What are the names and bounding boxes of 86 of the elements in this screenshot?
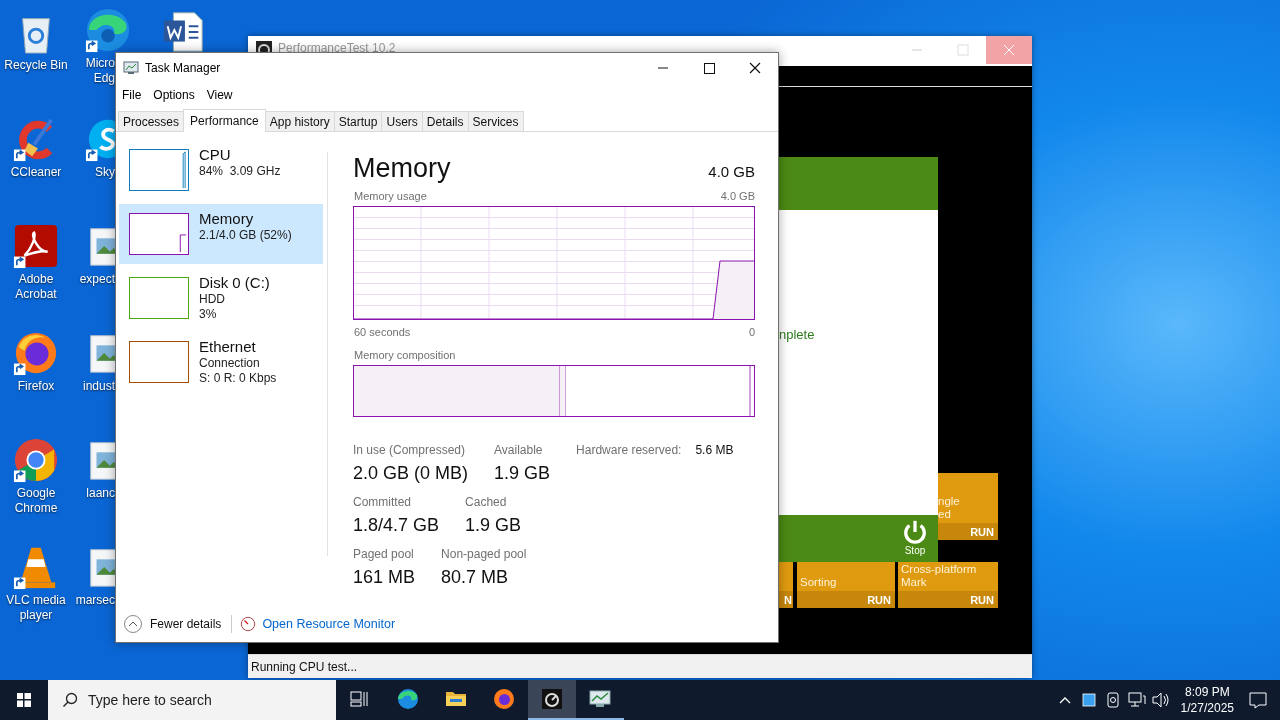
icon-label: VLC media player: [5, 593, 67, 623]
stat-value: 1.8/4.7 GB: [353, 514, 440, 537]
tile-label: ed: [938, 508, 952, 521]
tab[interactable]: Startup: [333, 111, 383, 131]
tile-label: Cross-platform: [901, 563, 978, 576]
run-label: RUN: [970, 593, 994, 606]
time-end-label: 0: [748, 325, 755, 339]
resource-detail: Connection: [199, 356, 261, 371]
icon-label: Micro Edg: [84, 56, 115, 86]
run-label: RUN: [867, 593, 891, 606]
status-text: nplete: [779, 327, 815, 342]
stat-label: Cached: [465, 495, 508, 509]
resource-name: Ethernet: [199, 338, 257, 356]
tab[interactable]: Processes: [118, 111, 185, 131]
total-value: 4.0 GB: [708, 163, 755, 182]
tab[interactable]: Performance: [183, 109, 266, 132]
stat-value: 2.0 GB (0 MB): [353, 462, 469, 485]
fox-browser-icon[interactable]: [13, 330, 59, 376]
tile-label: ngle: [938, 495, 961, 508]
collapse-icon[interactable]: [123, 614, 143, 634]
run-label: N: [784, 593, 792, 606]
stat-label: Hardware reserved:: [576, 443, 682, 457]
icon-label: Adobe Acrobat: [14, 272, 58, 302]
icon-label: Firefox: [16, 379, 56, 394]
gauge-app-icon[interactable]: [528, 680, 576, 720]
pdf-app-icon[interactable]: [13, 223, 59, 269]
time-span-label: 60 seconds: [354, 325, 411, 339]
window-title: PerformanceTest 10.2: [278, 41, 396, 55]
stat-label: Non-paged pool: [441, 547, 527, 561]
tab[interactable]: App history: [264, 111, 335, 131]
icon-label: expect: [78, 272, 115, 287]
resource-item[interactable]: CPU 84% 3.09 GHz: [119, 140, 323, 200]
panel-title: Memory: [353, 152, 451, 184]
tile-label: Sorting: [800, 576, 838, 589]
resource-detail: S: 0 R: 0 Kbps: [199, 371, 277, 386]
menu-item[interactable]: File: [122, 88, 142, 102]
icon-label: Google Chrome: [13, 486, 59, 516]
search-field[interactable]: Type here to search: [48, 680, 336, 720]
stat-label: Committed: [353, 495, 412, 509]
clock-time[interactable]: 8:09 PM: [1184, 684, 1230, 700]
search-icon: [62, 692, 78, 708]
resource-monitor-link[interactable]: Open Resource Monitor: [262, 617, 396, 631]
tab[interactable]: Services: [467, 111, 524, 131]
icon-label: marsec: [74, 593, 115, 608]
icon-label: Recycle Bin: [3, 58, 69, 73]
tile-label: Mark: [901, 576, 928, 589]
resource-detail: HDD: [199, 292, 226, 307]
swirl-browser-icon[interactable]: [85, 7, 131, 53]
graph-max-label: 4.0 GB: [720, 189, 755, 203]
resource-item[interactable]: Ethernet Connection S: 0 R: 0 Kbps: [119, 332, 323, 392]
resource-detail: 2.1/4.0 GB (52%): [199, 228, 292, 243]
stat-value: 80.7 MB: [441, 566, 510, 589]
stat-label: In use (Compressed): [353, 443, 467, 457]
graph-label: Memory usage: [354, 189, 427, 203]
icon-label: laanc: [85, 486, 115, 501]
menu-item[interactable]: View: [206, 88, 233, 102]
menu-item[interactable]: Options: [153, 88, 195, 102]
stat-value: 161 MB: [353, 566, 416, 589]
tab[interactable]: Users: [381, 111, 423, 131]
gauge-icon: [240, 616, 257, 632]
icon-label: Sky: [94, 165, 115, 180]
graph-label: Memory composition: [354, 348, 456, 362]
icon-label: CCleaner: [9, 165, 63, 180]
monitor-chart-icon: [123, 60, 139, 76]
icon-label: indust: [81, 379, 115, 394]
resource-detail: 3%: [199, 307, 218, 322]
stat-label: Paged pool: [353, 547, 415, 561]
stop-button[interactable]: Stop: [900, 519, 930, 556]
resource-item[interactable]: Memory 2.1/4.0 GB (52%): [119, 204, 323, 264]
stat-value: 5.6 MB: [695, 443, 734, 457]
stat-label: Available: [494, 443, 544, 457]
resource-name: Memory: [199, 210, 255, 228]
fewer-details-link[interactable]: Fewer details: [150, 617, 222, 631]
resource-name: CPU: [199, 146, 232, 164]
browser-icon[interactable]: [13, 437, 59, 483]
resource-detail: 84% 3.09 GHz: [199, 164, 281, 179]
power-icon: [902, 519, 928, 545]
run-label: RUN: [970, 525, 994, 538]
window-title: Task Manager: [145, 61, 221, 75]
resource-name: Disk 0 (C:): [199, 274, 270, 292]
clock-date[interactable]: 1/27/2025: [1180, 700, 1234, 716]
tab[interactable]: Details: [421, 111, 469, 131]
resource-item[interactable]: Disk 0 (C:) HDD 3%: [119, 268, 323, 328]
stat-value: 1.9 GB: [465, 514, 522, 537]
stat-value: 1.9 GB: [494, 462, 551, 485]
status-bar-text: Running CPU test...: [251, 659, 358, 674]
